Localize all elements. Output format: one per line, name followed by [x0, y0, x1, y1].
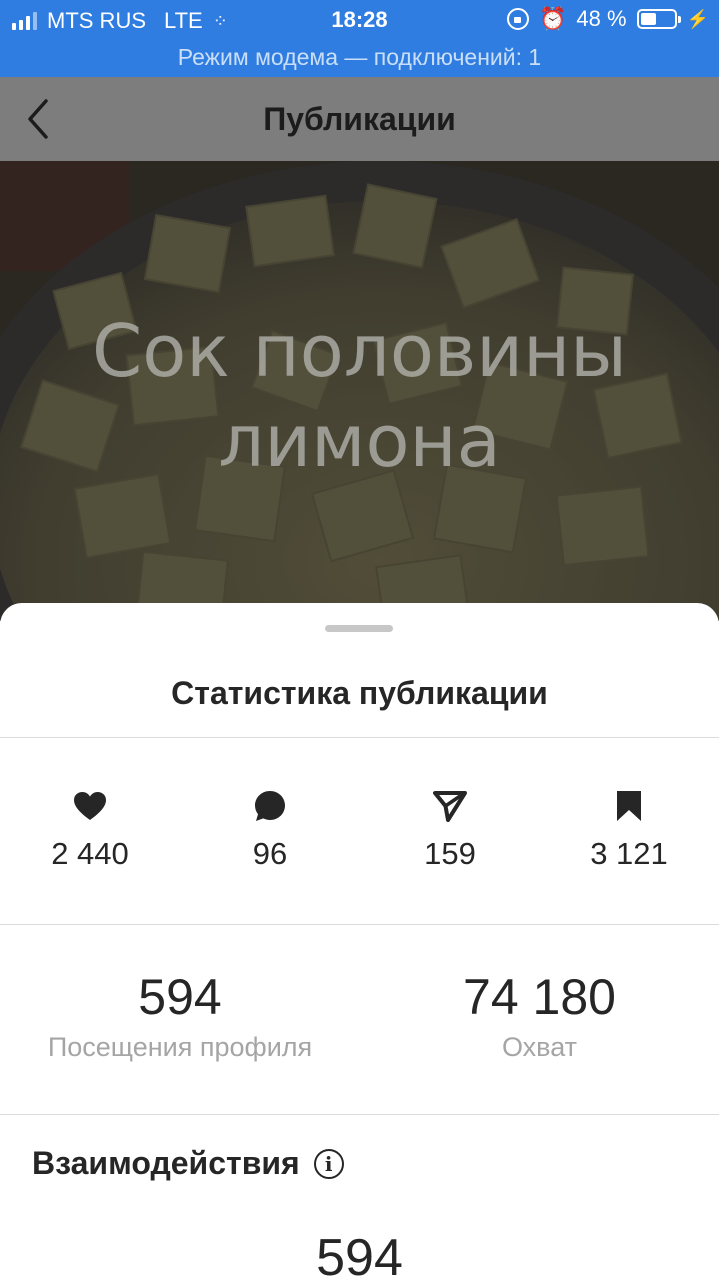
- battery-icon: [636, 9, 681, 29]
- charging-bolt-icon: ⚡: [686, 8, 709, 29]
- comments-metric: 96: [180, 788, 360, 872]
- interactions-value: 594: [316, 1229, 403, 1280]
- comment-icon: [255, 791, 285, 821]
- app-header: Публикации: [0, 77, 719, 161]
- overlay-line-2: лимона: [218, 399, 501, 483]
- battery-percent: 48 %: [576, 6, 627, 31]
- status-bar: MTS RUS LTE ⁘ 18:28 ⏰ 48 % ⚡: [0, 0, 719, 40]
- post-image: Сок половины лимона: [0, 161, 719, 621]
- profile-visits-label: Посещения профиля: [47, 1032, 313, 1062]
- saves-metric: 3 121: [539, 788, 719, 872]
- interactions-title: Взаимодействия: [32, 1145, 300, 1181]
- insights-sheet: Статистика публикации 2 440 96 159 3 121…: [0, 603, 719, 1280]
- reach-value: 74 180: [463, 969, 616, 1025]
- sheet-title: Статистика публикации: [171, 675, 548, 711]
- profile-visits-value: 594: [138, 969, 222, 1025]
- bookmark-icon: [617, 791, 641, 821]
- reach: 74 180 Охват: [360, 968, 719, 1063]
- comments-count: 96: [252, 836, 288, 871]
- heart-icon: [74, 792, 106, 820]
- shares-metric: 159: [360, 788, 540, 872]
- status-right: ⏰ 48 % ⚡: [507, 6, 709, 32]
- rotation-lock-icon: [507, 8, 530, 30]
- info-icon[interactable]: i: [313, 1148, 344, 1179]
- overlay-line-1: Сок половины: [91, 309, 628, 393]
- page-title: Публикации: [263, 101, 456, 137]
- profile-visits: 594 Посещения профиля: [0, 968, 360, 1063]
- likes-count: 2 440: [51, 836, 129, 871]
- divider: [0, 1114, 719, 1115]
- shares-count: 159: [424, 836, 476, 871]
- engagement-metrics: 2 440 96 159 3 121: [0, 788, 719, 878]
- sheet-drag-handle[interactable]: [325, 625, 393, 632]
- post-caption-overlay: Сок половины лимона: [0, 306, 719, 486]
- likes-metric: 2 440: [0, 788, 180, 872]
- interactions-heading: Взаимодействия i: [32, 1145, 344, 1182]
- alarm-icon: ⏰: [539, 6, 567, 31]
- share-icon: [433, 791, 467, 822]
- hotspot-banner[interactable]: Режим модема — подключений: 1: [0, 40, 719, 77]
- saves-count: 3 121: [590, 836, 668, 871]
- reach-label: Охват: [501, 1032, 578, 1062]
- divider: [0, 737, 719, 738]
- divider: [0, 924, 719, 925]
